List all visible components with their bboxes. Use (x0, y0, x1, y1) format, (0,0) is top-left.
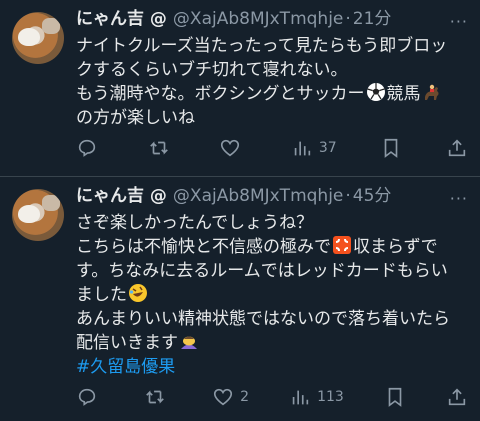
tweet-header: にゃん吉 @ @XajAb8MJxTmqhje · 45分 (76, 185, 468, 207)
retweet-icon (146, 390, 164, 404)
soccer-ball-emoji (366, 83, 385, 101)
bowing-person-emoji (181, 336, 197, 349)
tweet-line: の方が楽しいね (76, 108, 195, 128)
user-handle[interactable]: @XajAb8MJxTmqhje (173, 8, 343, 30)
hashtag-link[interactable]: #久留島優果 (76, 357, 175, 377)
tweet-line-text: 配信いきます (76, 333, 178, 353)
tweet-line: ナイトクルーズ当たったって見たらもう即ブロッ (76, 36, 448, 56)
tweet-line-text: ました (76, 285, 127, 305)
timestamp[interactable]: 45分 (353, 185, 392, 207)
reply-icon (78, 139, 96, 157)
views-button[interactable]: 113 (289, 385, 344, 409)
tweet-line-text: もう潮時やな。ボクシングとサッカー (76, 84, 365, 104)
tweet-1[interactable]: にゃん吉 @ @XajAb8MJxTmqhje · 21分 ··· ナイトクルー… (0, 0, 480, 175)
heart-icon (214, 388, 233, 406)
like-button[interactable] (219, 136, 247, 160)
share-button[interactable] (446, 385, 468, 409)
timestamp[interactable]: 21分 (353, 8, 392, 30)
avatar[interactable] (12, 12, 64, 64)
tweet-line: あんまりいい精神状態ではないので落ち着いたら (76, 309, 450, 329)
bookmark-icon (388, 387, 402, 407)
tweet-line-text: こちらは不愉快と不信感の極みで (76, 237, 331, 257)
views-count: 113 (317, 389, 344, 405)
tweet-actions: 2 113 (76, 385, 468, 409)
share-icon (448, 388, 466, 406)
share-icon (448, 139, 466, 157)
separator-dot: · (345, 186, 351, 206)
tweet-line: ました (76, 283, 468, 307)
tweet-line: もう潮時やな。ボクシングとサッカー 競馬 (76, 82, 468, 106)
views-button[interactable]: 37 (291, 136, 337, 160)
tweet-content: にゃん吉 @ @XajAb8MJxTmqhje · 45分 ··· さぞ楽しかっ… (76, 185, 468, 379)
user-handle[interactable]: @XajAb8MJxTmqhje (173, 185, 343, 207)
anger-symbol-emoji (333, 236, 351, 254)
more-options-icon[interactable]: ··· (450, 189, 468, 208)
retweet-button[interactable] (148, 136, 176, 160)
reply-icon (78, 388, 96, 406)
tweet-line-text: 競馬 (386, 84, 421, 104)
rofl-emoji (129, 284, 147, 302)
share-button[interactable] (446, 136, 468, 160)
like-button[interactable]: 2 (212, 385, 249, 409)
display-name[interactable]: にゃん吉 @ (76, 185, 167, 207)
tweet-text: ナイトクルーズ当たったって見たらもう即ブロッ クするくらいブチ切れて寝れない。 … (76, 34, 468, 130)
views-count: 37 (318, 140, 337, 156)
reply-button[interactable] (76, 136, 104, 160)
tweet-content: にゃん吉 @ @XajAb8MJxTmqhje · 21分 ··· ナイトクルー… (76, 8, 468, 130)
tweet-line: クするくらいブチ切れて寝れない。 (76, 60, 348, 80)
tweet-line: こちらは不愉快と不信感の極みで 収まらずで (76, 235, 468, 259)
like-count: 2 (240, 389, 250, 405)
tweet-header: にゃん吉 @ @XajAb8MJxTmqhje · 21分 (76, 8, 468, 30)
bookmark-icon (385, 138, 398, 158)
tweet-actions: 37 (76, 136, 468, 160)
more-options-icon[interactable]: ··· (450, 12, 468, 31)
tweet-2[interactable]: にゃん吉 @ @XajAb8MJxTmqhje · 45分 ··· さぞ楽しかっ… (0, 177, 480, 421)
avatar[interactable] (12, 189, 64, 241)
horse-racing-emoji (424, 84, 438, 100)
bookmark-button[interactable] (384, 385, 406, 409)
tweet-text: さぞ楽しかったんでしょうね？ こちらは不愉快と不信感の極みで 収まらずで す。ちな… (76, 211, 468, 379)
retweet-icon (149, 141, 168, 155)
separator-dot: · (345, 9, 351, 29)
tweet-line: #久留島優果 (76, 355, 468, 379)
retweet-button[interactable] (144, 385, 172, 409)
tweet-line: 配信いきます (76, 331, 468, 355)
tweet-line: す。ちなみに去るルームではレッドカードもらい (76, 261, 448, 281)
display-name[interactable]: にゃん吉 @ (76, 8, 167, 30)
views-chart-icon (292, 390, 309, 405)
tweet-line: さぞ楽しかったんでしょうね？ (76, 213, 314, 233)
views-chart-icon (294, 141, 311, 156)
heart-icon (221, 139, 240, 157)
tweet-line-text: 収まらずで (353, 237, 438, 257)
reply-button[interactable] (76, 385, 104, 409)
bookmark-button[interactable] (380, 136, 402, 160)
